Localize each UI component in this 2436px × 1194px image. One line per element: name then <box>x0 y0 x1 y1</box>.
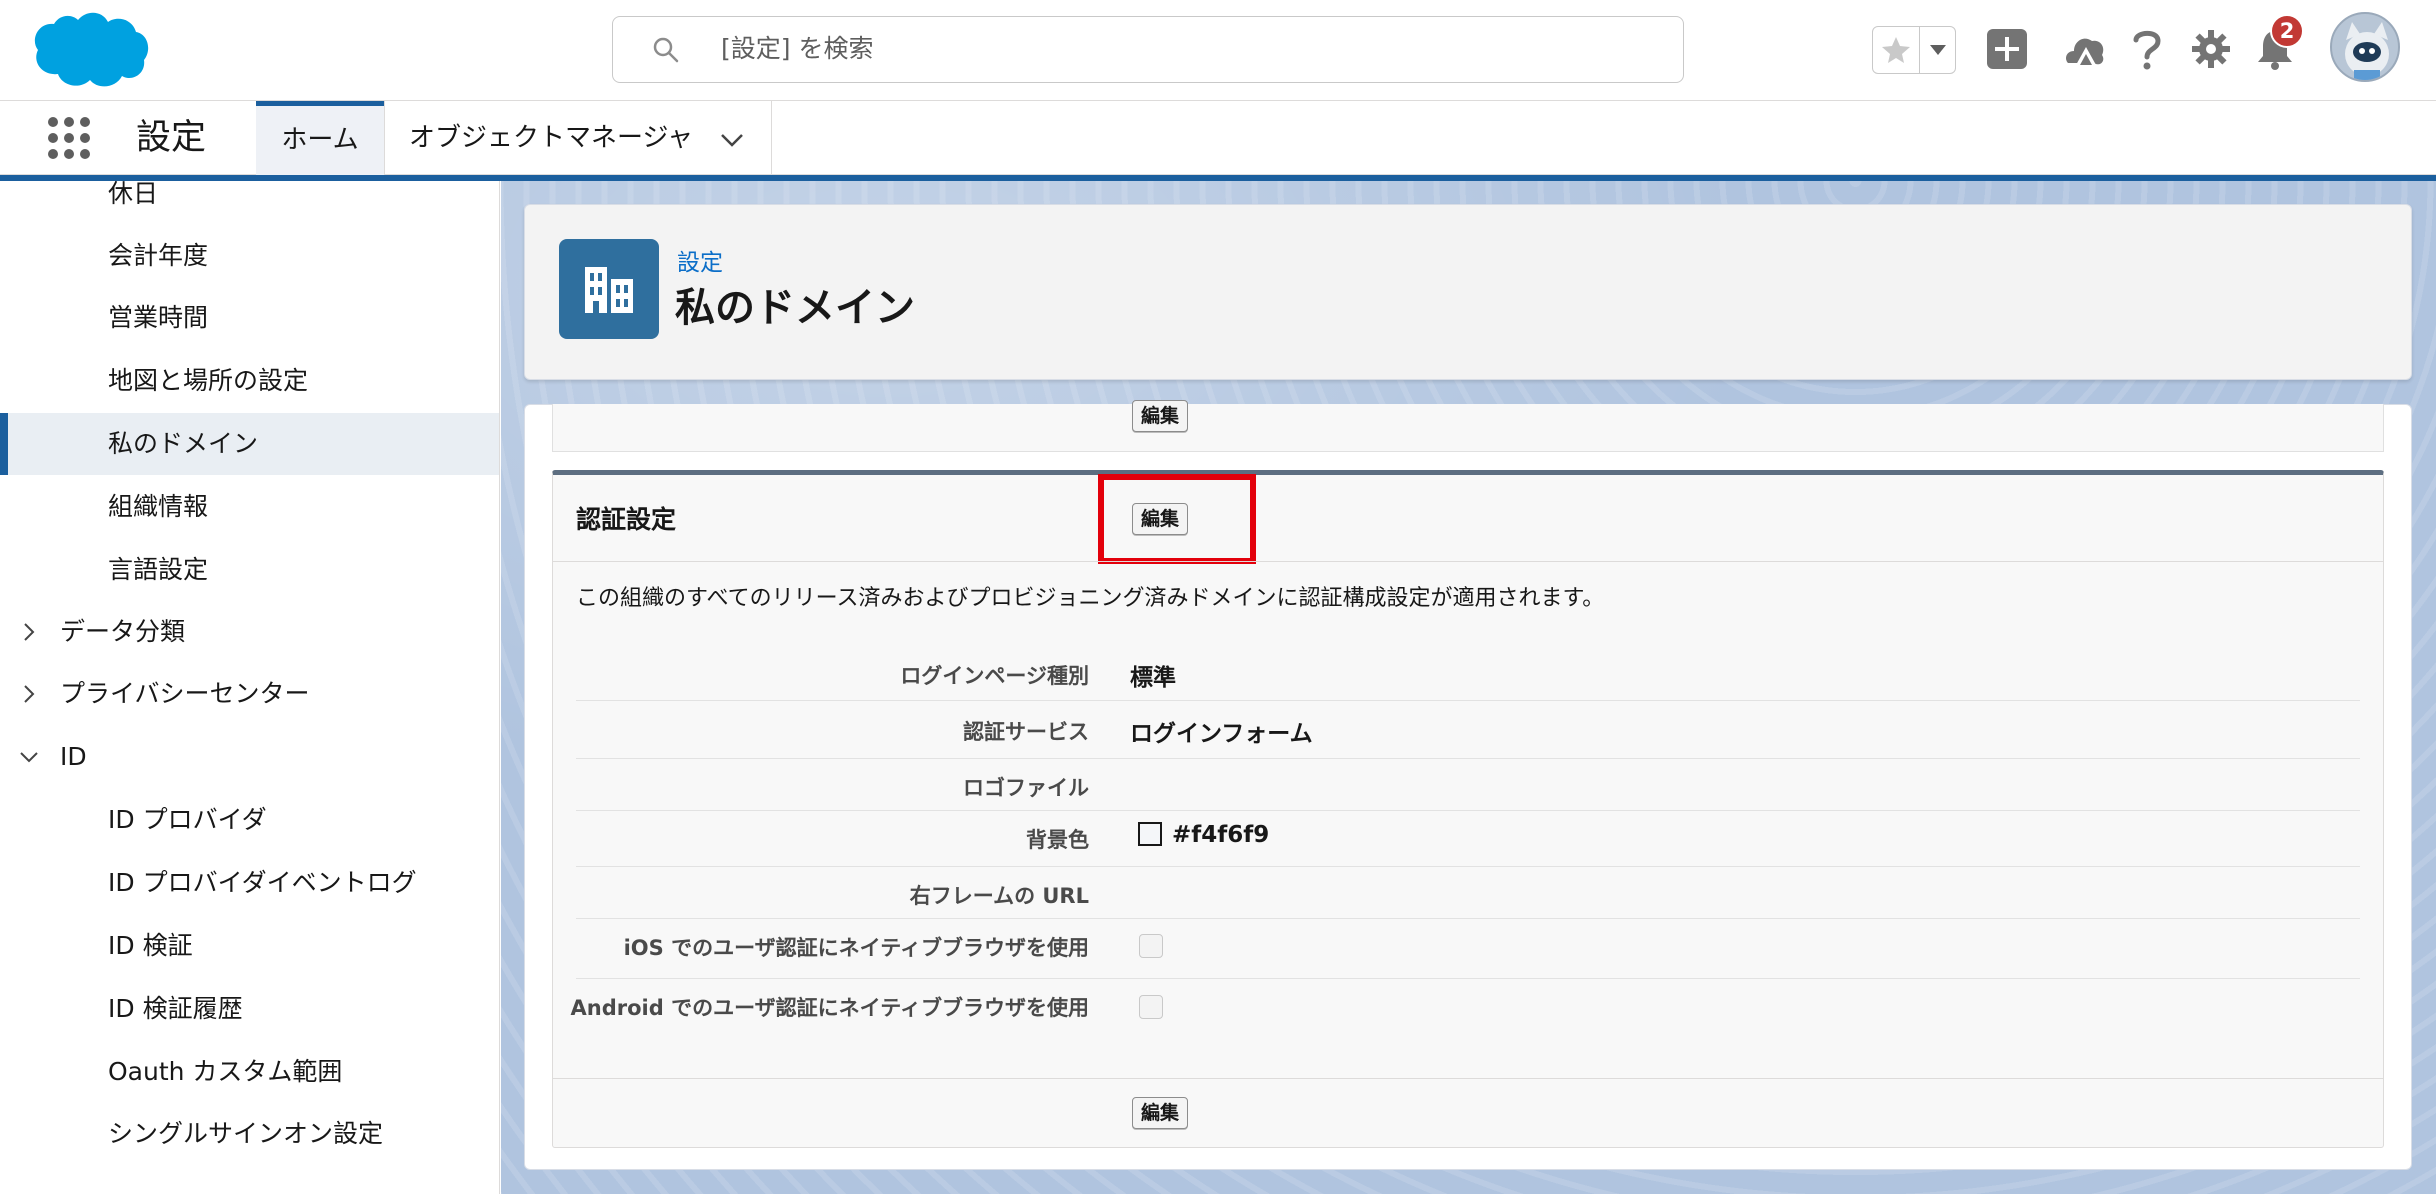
sidebar-item-label: Oauth カスタム範囲 <box>108 1057 343 1086</box>
setup-button[interactable] <box>2186 24 2236 74</box>
tab-object-manager[interactable]: オブジェクトマネージャ <box>384 101 772 175</box>
sidebar-item-identity[interactable]: ID <box>0 726 499 788</box>
sidebar-item-data-classification[interactable]: データ分類 <box>0 601 499 663</box>
favorites-dropdown-button[interactable] <box>1919 27 1955 73</box>
search-icon <box>653 37 679 63</box>
section-title: 認証設定 <box>576 505 677 534</box>
sidebar-item-fiscal-year[interactable]: 会計年度 <box>0 225 499 287</box>
sidebar-item-label: ID <box>60 742 87 771</box>
sidebar-item-label: ID プロバイダ <box>108 805 267 834</box>
field-value-auth-service: ログインフォーム <box>1130 721 1313 747</box>
sidebar-item-label: シングルサインオン設定 <box>108 1119 384 1148</box>
sidebar-item-identity-provider-event-log[interactable]: ID プロバイダイベントログ <box>0 852 499 914</box>
sidebar-item-label: 会計年度 <box>108 241 209 270</box>
sidebar-item-label: プライバシーセンター <box>60 679 310 708</box>
android-native-browser-checkbox <box>1139 995 1163 1019</box>
global-actions-button[interactable] <box>1982 24 2032 74</box>
row-divider <box>576 918 2360 919</box>
setup-sidebar: 休日 会計年度 営業時間 地図と場所の設定 私のドメイン 組織情報 言語設定 デ… <box>0 181 500 1194</box>
row-divider <box>576 978 2360 979</box>
tab-home[interactable]: ホーム <box>256 101 384 175</box>
help-button[interactable] <box>2122 24 2172 74</box>
favorites-group <box>1872 26 1956 74</box>
page-header: 設定 私のドメイン <box>524 204 2412 380</box>
global-header: [設定] を検索 2 <box>0 0 2436 101</box>
sidebar-item-oauth-custom-scopes[interactable]: Oauth カスタム範囲 <box>0 1041 499 1103</box>
sidebar-item-label: 言語設定 <box>108 555 209 584</box>
help-icon <box>2133 30 2161 70</box>
highlight-box <box>1098 474 1256 564</box>
sidebar-item-identity-provider[interactable]: ID プロバイダ <box>0 789 499 851</box>
row-divider <box>576 700 2360 701</box>
sidebar-item-label: データ分類 <box>60 617 186 646</box>
field-label-background-color: 背景色 <box>1026 828 1089 852</box>
page-title: 私のドメイン <box>675 285 915 331</box>
field-label-auth-service: 認証サービス <box>963 720 1089 744</box>
sidebar-item-label: ID 検証履歴 <box>108 994 243 1023</box>
row-divider <box>576 758 2360 759</box>
field-label-logo-file: ロゴファイル <box>963 776 1089 800</box>
sidebar-item-privacy-center[interactable]: プライバシーセンター <box>0 663 499 725</box>
sidebar-item-identity-verification[interactable]: ID 検証 <box>0 915 499 977</box>
previous-section-edit-button[interactable]: 編集 <box>1132 400 1189 432</box>
edit-button-bottom[interactable]: 編集 <box>1132 1097 1189 1129</box>
gear-icon <box>2192 30 2230 68</box>
sidebar-item-label: 営業時間 <box>108 303 209 332</box>
section-description: この組織のすべてのリリース済みおよびプロビジョニング済みドメインに認証構成設定が… <box>576 586 1605 611</box>
notification-count-badge: 2 <box>2270 14 2304 48</box>
user-avatar[interactable] <box>2330 12 2400 82</box>
astro-avatar-icon <box>2345 22 2389 80</box>
trailhead-button[interactable] <box>2060 24 2110 74</box>
search-placeholder: [設定] を検索 <box>721 34 874 63</box>
sidebar-item-maps-location[interactable]: 地図と場所の設定 <box>0 350 499 412</box>
sidebar-item-label: 組織情報 <box>108 492 209 521</box>
chevron-right-icon <box>24 685 35 703</box>
chevron-right-icon <box>24 623 35 641</box>
page-header-icon <box>559 239 659 339</box>
star-icon <box>1882 37 1910 63</box>
favorite-star-button[interactable] <box>1873 27 1919 73</box>
section-footer-divider <box>552 1078 2384 1079</box>
sidebar-item-label: 休日 <box>108 181 159 208</box>
sidebar-item-identity-verification-history[interactable]: ID 検証履歴 <box>0 978 499 1040</box>
sidebar-item-label: 私のドメイン <box>108 429 259 458</box>
app-name: 設定 <box>136 118 207 158</box>
row-divider <box>576 810 2360 811</box>
sidebar-item-label: ID プロバイダイベントログ <box>108 868 417 897</box>
field-label-login-page-type: ログインページ種別 <box>900 664 1089 688</box>
sidebar-item-single-sign-on-settings[interactable]: シングルサインオン設定 <box>0 1103 499 1165</box>
field-label-android-native-browser: Android でのユーザ認証にネイティブブラウザを使用 <box>570 996 1089 1020</box>
tab-object-manager-label: オブジェクトマネージャ <box>409 123 694 153</box>
sidebar-item-holidays[interactable]: 休日 <box>0 181 499 225</box>
field-value-background-color: #f4f6f9 <box>1172 822 1270 848</box>
caret-down-icon <box>1929 45 1946 55</box>
trailhead-icon <box>2066 38 2104 65</box>
sidebar-item-my-domain[interactable]: 私のドメイン <box>0 413 499 475</box>
color-swatch <box>1138 822 1162 846</box>
salesforce-logo[interactable] <box>28 10 150 92</box>
row-divider <box>576 866 2360 867</box>
chevron-down-icon[interactable] <box>719 127 745 153</box>
add-icon <box>1987 29 2027 69</box>
sidebar-item-business-hours[interactable]: 営業時間 <box>0 287 499 349</box>
sidebar-item-language-settings[interactable]: 言語設定 <box>0 539 499 601</box>
chevron-down-icon <box>20 752 38 763</box>
auth-settings-section <box>552 470 2384 1148</box>
global-search[interactable]: [設定] を検索 <box>612 16 1684 83</box>
field-label-right-frame-url: 右フレームの URL <box>909 884 1089 908</box>
app-launcher-icon[interactable] <box>46 115 92 161</box>
sidebar-item-label: 地図と場所の設定 <box>108 366 309 395</box>
breadcrumb[interactable]: 設定 <box>677 243 723 277</box>
sidebar-item-company-info[interactable]: 組織情報 <box>0 476 499 538</box>
field-label-ios-native-browser: iOS でのユーザ認証にネイティブブラウザを使用 <box>623 936 1089 960</box>
ios-native-browser-checkbox <box>1139 934 1163 958</box>
section-divider <box>552 561 2384 562</box>
app-navigation-bar: 設定 ホーム オブジェクトマネージャ <box>0 101 2436 175</box>
sidebar-item-label: ID 検証 <box>108 931 193 960</box>
previous-section-footer <box>552 404 2384 452</box>
field-value-login-page-type: 標準 <box>1130 665 1176 691</box>
building-icon <box>585 267 633 313</box>
